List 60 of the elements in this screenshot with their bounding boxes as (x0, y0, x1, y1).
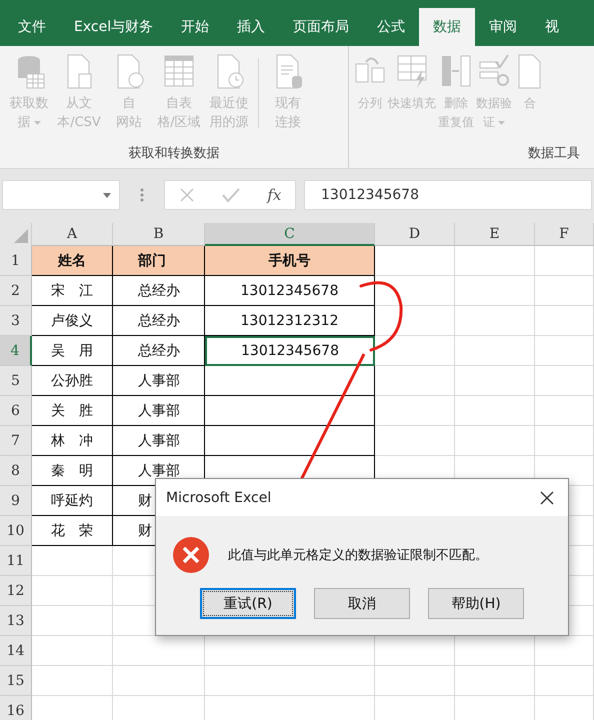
column-header[interactable]: E (455, 223, 535, 246)
group-label: 数据工具 (527, 145, 581, 163)
column-header[interactable]: F (535, 223, 594, 246)
ribbon-tab[interactable]: 页面布局 (279, 8, 364, 46)
row-header[interactable]: 10 (0, 516, 32, 546)
row-header[interactable]: 13 (0, 606, 32, 636)
row-header[interactable]: 3 (0, 306, 32, 336)
table-cell: 吴 用 (32, 336, 113, 366)
ribbon-tab[interactable]: 开始 (167, 8, 224, 46)
column-header[interactable]: D (375, 223, 455, 246)
table-cell: 人事部 (113, 366, 205, 396)
table-cell: 秦 明 (32, 456, 113, 486)
row-header[interactable]: 5 (0, 366, 32, 396)
table-cell: 人事部 (113, 426, 205, 456)
table-cell: 林 冲 (32, 426, 113, 456)
table-cell: 13012345678 (205, 276, 375, 306)
table-cell: 总经办 (113, 306, 205, 336)
insert-function-button[interactable]: fx (267, 186, 282, 204)
column-header[interactable]: B (113, 223, 205, 246)
ribbon-tab[interactable]: 审阅 (475, 8, 532, 46)
dialog-button[interactable]: 取消 (314, 588, 410, 619)
dialog-button[interactable]: 重试(R) (200, 588, 296, 619)
row-header[interactable]: 14 (0, 636, 32, 666)
table-cell: 呼延灼 (32, 486, 113, 516)
row-header[interactable]: 12 (0, 576, 32, 606)
row-header[interactable]: 1 (0, 246, 32, 276)
ribbon-tab[interactable]: 数据 (419, 8, 476, 46)
ribbon-tab[interactable]: 公式 (363, 8, 420, 46)
table-cell: 公孙胜 (32, 366, 113, 396)
row-header[interactable]: 8 (0, 456, 32, 486)
row-header[interactable]: 4 (0, 336, 32, 366)
row-header[interactable]: 6 (0, 396, 32, 426)
ribbon-tab[interactable]: 视 (531, 8, 574, 46)
table-cell: 总经办 (113, 276, 205, 306)
row-header[interactable]: 9 (0, 486, 32, 516)
table-cell: 13012312312 (205, 306, 375, 336)
row-header[interactable]: 16 (0, 696, 32, 720)
table-cell: 总经办 (113, 336, 205, 366)
group-label: 获取和转换数据 (128, 145, 220, 163)
table-cell: 花 荣 (32, 516, 113, 546)
row-header[interactable]: 7 (0, 426, 32, 456)
row-header[interactable]: 11 (0, 546, 32, 576)
row-header[interactable]: 15 (0, 666, 32, 696)
table-cell: 关 胜 (32, 396, 113, 426)
header-cell: 部门 (113, 246, 205, 276)
table-cell: 人事部 (113, 396, 205, 426)
table-cell: 13012345678 (205, 336, 375, 366)
dialog-button[interactable]: 帮助(H) (428, 588, 524, 619)
ribbon-tab[interactable]: 文件 (4, 8, 60, 46)
header-cell: 姓名 (32, 246, 113, 276)
column-header[interactable]: C (205, 223, 375, 246)
row-header[interactable]: 2 (0, 276, 32, 306)
ribbon-tab[interactable]: Excel与财务 (60, 8, 168, 46)
error-message: 此值与此单元格定义的数据验证限制不匹配。 (228, 547, 488, 564)
header-cell: 手机号 (205, 246, 375, 276)
table-cell: 宋 江 (32, 276, 113, 306)
column-header[interactable]: A (32, 223, 113, 246)
table-cell: 卢俊义 (32, 306, 113, 336)
formula-field[interactable]: 13012345678 (304, 180, 592, 210)
ribbon-tab[interactable]: 插入 (223, 8, 280, 46)
